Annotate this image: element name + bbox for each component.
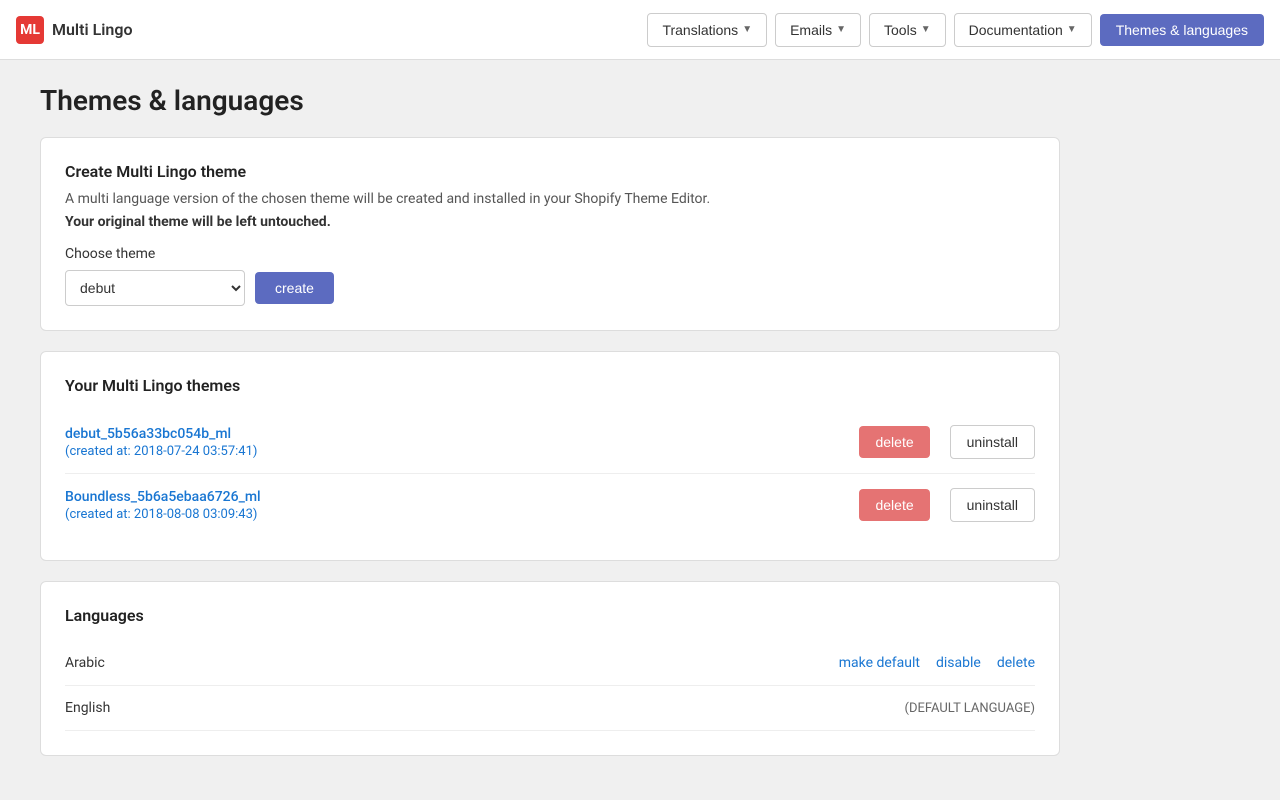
language-row-arabic: Arabic make default disable delete — [65, 641, 1035, 686]
make-default-link-arabic[interactable]: make default — [839, 655, 920, 671]
emails-nav-button[interactable]: Emails ▼ — [775, 13, 861, 47]
theme-date-0: (created at: 2018-07-24 03:57:41) — [65, 444, 839, 459]
brand: ML Multi Lingo — [16, 16, 133, 44]
page-title: Themes & languages — [40, 84, 1160, 117]
brand-icon: ML — [16, 16, 44, 44]
languages-card: Languages Arabic make default disable de… — [40, 581, 1060, 756]
language-row-english: English (DEFAULT LANGUAGE) — [65, 686, 1035, 731]
theme-select-row: debut boundless minimal create — [65, 270, 1035, 306]
choose-theme-label: Choose theme — [65, 246, 1035, 262]
uninstall-button-1[interactable]: uninstall — [950, 488, 1035, 522]
tools-nav-button[interactable]: Tools ▼ — [869, 13, 946, 47]
disable-link-arabic[interactable]: disable — [936, 655, 981, 671]
create-theme-card: Create Multi Lingo theme A multi languag… — [40, 137, 1060, 331]
theme-row: debut_5b56a33bc054b_ml (created at: 2018… — [65, 411, 1035, 474]
page-content: Themes & languages Create Multi Lingo th… — [0, 60, 1200, 800]
navbar: ML Multi Lingo Translations ▼ Emails ▼ T… — [0, 0, 1280, 60]
language-name-english: English — [65, 700, 905, 716]
delete-link-arabic[interactable]: delete — [997, 655, 1035, 671]
uninstall-button-0[interactable]: uninstall — [950, 425, 1035, 459]
theme-name-0[interactable]: debut_5b56a33bc054b_ml — [65, 426, 231, 442]
create-theme-desc-bold: Your original theme will be left untouch… — [65, 214, 1035, 230]
tools-dropdown-arrow: ▼ — [921, 24, 931, 35]
your-themes-card: Your Multi Lingo themes debut_5b56a33bc0… — [40, 351, 1060, 561]
default-language-badge: (DEFAULT LANGUAGE) — [905, 701, 1035, 716]
theme-date-1: (created at: 2018-08-08 03:09:43) — [65, 507, 839, 522]
emails-dropdown-arrow: ▼ — [836, 24, 846, 35]
create-theme-card-title: Create Multi Lingo theme — [65, 162, 1035, 181]
language-name-arabic: Arabic — [65, 655, 839, 671]
your-themes-title: Your Multi Lingo themes — [65, 376, 1035, 395]
translations-dropdown-arrow: ▼ — [742, 24, 752, 35]
create-theme-desc: A multi language version of the chosen t… — [65, 189, 1035, 210]
documentation-dropdown-arrow: ▼ — [1067, 24, 1077, 35]
language-actions-arabic: make default disable delete — [839, 655, 1035, 671]
theme-name-1[interactable]: Boundless_5b6a5ebaa6726_ml — [65, 489, 261, 505]
delete-button-0[interactable]: delete — [859, 426, 929, 458]
brand-name: Multi Lingo — [52, 20, 133, 39]
translations-nav-button[interactable]: Translations ▼ — [647, 13, 767, 47]
languages-title: Languages — [65, 606, 1035, 625]
delete-button-1[interactable]: delete — [859, 489, 929, 521]
theme-info-1: Boundless_5b6a5ebaa6726_ml (created at: … — [65, 489, 839, 522]
theme-row: Boundless_5b6a5ebaa6726_ml (created at: … — [65, 474, 1035, 536]
create-button[interactable]: create — [255, 272, 334, 304]
theme-info-0: debut_5b56a33bc054b_ml (created at: 2018… — [65, 426, 839, 459]
theme-select[interactable]: debut boundless minimal — [65, 270, 245, 306]
documentation-nav-button[interactable]: Documentation ▼ — [954, 13, 1092, 47]
themes-languages-nav-button[interactable]: Themes & languages — [1100, 14, 1264, 46]
